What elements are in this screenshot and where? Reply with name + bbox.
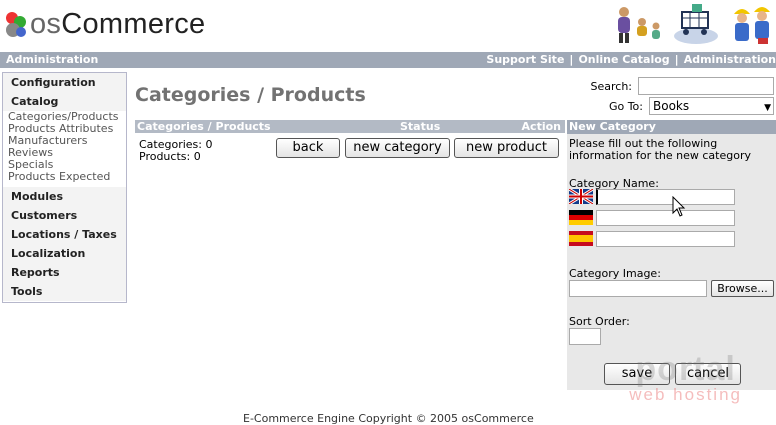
browse-button[interactable]: Browse... bbox=[711, 280, 774, 297]
sidebar-customers[interactable]: Customers bbox=[3, 206, 126, 225]
logo-suffix: Commerce bbox=[61, 7, 206, 40]
new-category-button[interactable]: new category bbox=[345, 138, 450, 158]
sort-order-input[interactable] bbox=[569, 328, 601, 345]
header-icons bbox=[612, 2, 776, 46]
top-navigation-bar: Administration Support Site | Online Catal… bbox=[0, 52, 776, 68]
online-catalog-link[interactable]: Online Catalog bbox=[578, 53, 669, 66]
logo-balls-icon bbox=[6, 12, 26, 37]
sidebar-reports[interactable]: Reports bbox=[3, 263, 126, 282]
support-site-link[interactable]: Support Site bbox=[486, 53, 564, 66]
goto-select[interactable]: Books ▼ bbox=[649, 97, 774, 115]
workers-icon[interactable] bbox=[728, 2, 776, 46]
oscommerce-logo[interactable]: osCommerce bbox=[4, 8, 205, 40]
sidebar-tools[interactable]: Tools bbox=[3, 282, 126, 301]
goto-selected: Books bbox=[653, 99, 690, 113]
administration-link[interactable]: Administration bbox=[684, 53, 776, 66]
footer-copyright: E-Commerce Engine Copyright © 2005 osCom… bbox=[243, 412, 534, 425]
shopping-cart-icon[interactable] bbox=[670, 2, 722, 46]
uk-flag-icon bbox=[569, 189, 593, 204]
sidebar-catalog[interactable]: Catalog bbox=[3, 92, 126, 111]
listing-counts: Categories: 0 Products: 0 bbox=[139, 139, 213, 163]
de-flag-icon bbox=[569, 210, 593, 225]
chevron-down-icon: ▼ bbox=[764, 103, 771, 113]
save-button[interactable]: save bbox=[604, 363, 670, 385]
sidebar-locations-taxes[interactable]: Locations / Taxes bbox=[3, 225, 126, 244]
sidebar-localization[interactable]: Localization bbox=[3, 244, 126, 263]
col-status: Status bbox=[400, 120, 441, 133]
listing-header: Categories / Products Status Action bbox=[135, 120, 565, 133]
new-product-button[interactable]: new product bbox=[454, 138, 559, 158]
search-input[interactable] bbox=[638, 77, 774, 95]
sidebar-modules[interactable]: Modules bbox=[3, 187, 126, 206]
sidebar-configuration[interactable]: Configuration bbox=[3, 73, 126, 92]
new-category-heading: New Category bbox=[567, 120, 776, 134]
category-image-label: Category Image: bbox=[569, 267, 661, 280]
goto-label: Go To: bbox=[608, 99, 643, 113]
category-name-es-input[interactable] bbox=[596, 231, 735, 247]
es-flag-icon bbox=[569, 231, 593, 246]
admin-heading: Administration bbox=[6, 53, 99, 66]
col-categories-products: Categories / Products bbox=[137, 120, 271, 133]
sidebar-item-products-expected[interactable]: Products Expected bbox=[3, 171, 126, 183]
family-icon[interactable] bbox=[612, 4, 664, 44]
back-button[interactable]: back bbox=[276, 138, 340, 158]
cancel-button[interactable]: cancel bbox=[675, 363, 741, 385]
page-title: Categories / Products bbox=[135, 84, 366, 106]
search-label: Search: bbox=[590, 79, 633, 93]
search-goto-area: Search: Go To: Books ▼ bbox=[590, 76, 774, 116]
category-name-en-input[interactable] bbox=[596, 189, 735, 205]
col-action: Action bbox=[521, 120, 561, 133]
category-name-de-input[interactable] bbox=[596, 210, 735, 226]
new-category-panel: New Category Please fill out the followi… bbox=[567, 120, 776, 390]
products-count: Products: 0 bbox=[139, 150, 201, 163]
intro-line-2: information for the new category bbox=[569, 149, 751, 162]
logo-prefix: os bbox=[30, 7, 62, 40]
admin-sidebar: Configuration Catalog Categories/Product… bbox=[2, 72, 127, 303]
mouse-cursor-icon bbox=[672, 196, 686, 217]
sort-order-label: Sort Order: bbox=[569, 315, 630, 328]
category-image-input[interactable] bbox=[569, 280, 707, 297]
